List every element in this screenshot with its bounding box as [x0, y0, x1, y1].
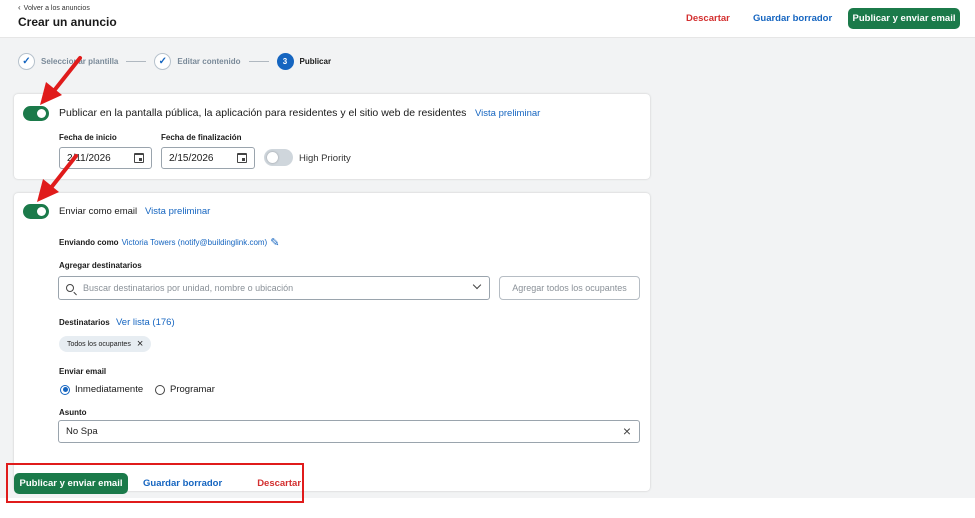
- add-all-occupants-button[interactable]: Agregar todos los ocupantes: [499, 276, 640, 300]
- radio-schedule-label: Programar: [170, 384, 215, 395]
- start-date-value: 2/11/2026: [67, 152, 111, 164]
- back-link[interactable]: ‹ Volver a los anuncios: [18, 4, 90, 12]
- sender-row: Enviando como Victoria Towers (notify@bu…: [59, 236, 279, 249]
- send-email-toggle[interactable]: [23, 204, 49, 219]
- step-select-template[interactable]: Seleccionar plantilla: [41, 57, 118, 66]
- end-date-input[interactable]: 2/15/2026: [161, 147, 255, 169]
- stepper: ✓ Seleccionar plantilla ✓ Editar conteni…: [18, 52, 331, 70]
- public-preview-link[interactable]: Vista preliminar: [475, 108, 540, 119]
- back-link-label: Volver a los anuncios: [23, 4, 90, 12]
- step-divider: [248, 60, 269, 62]
- end-date-label: Fecha de finalización: [161, 133, 242, 142]
- high-priority-toggle[interactable]: [264, 149, 293, 166]
- step-divider: [126, 60, 147, 62]
- high-priority-label: High Priority: [299, 153, 351, 164]
- recipient-search-placeholder: Buscar destinatarios por unidad, nombre …: [83, 283, 294, 293]
- radio-schedule[interactable]: Programar: [155, 384, 215, 395]
- close-icon[interactable]: ×: [137, 339, 143, 350]
- view-list-link[interactable]: Ver lista (176): [116, 317, 175, 328]
- chevron-left-icon: ‹: [18, 3, 21, 12]
- radio-immediately-circle[interactable]: [60, 384, 70, 395]
- save-draft-button[interactable]: Guardar borrador: [753, 8, 832, 29]
- end-date-value: 2/15/2026: [169, 152, 214, 164]
- send-email-label: Enviar como email: [59, 206, 138, 217]
- page: ‹ Volver a los anuncios Crear un anuncio…: [0, 0, 975, 518]
- publish-send-button[interactable]: Publicar y enviar email: [848, 8, 960, 29]
- subject-label: Asunto: [59, 408, 87, 417]
- email-preview-link[interactable]: Vista preliminar: [145, 206, 210, 217]
- recipient-search-input[interactable]: Buscar destinatarios por unidad, nombre …: [58, 276, 490, 300]
- pencil-icon[interactable]: ✎: [270, 236, 279, 249]
- top-header: ‹ Volver a los anuncios Crear un anuncio…: [0, 0, 975, 38]
- check-icon: ✓: [18, 52, 35, 70]
- discard-button[interactable]: Descartar: [686, 8, 730, 29]
- calendar-icon[interactable]: [134, 153, 144, 163]
- radio-immediately[interactable]: Inmediatamente: [60, 384, 143, 395]
- main-content: ✓ Seleccionar plantilla ✓ Editar conteni…: [0, 38, 975, 498]
- radio-schedule-circle[interactable]: [155, 384, 165, 395]
- close-icon[interactable]: ×: [623, 424, 631, 438]
- recipient-chip-label: Todos los ocupantes: [67, 340, 131, 348]
- page-title: Crear un anuncio: [18, 15, 117, 29]
- public-display-label: Publicar en la pantalla pública, la apli…: [59, 107, 467, 119]
- calendar-icon[interactable]: [237, 153, 247, 163]
- step-number-badge: 3: [276, 52, 294, 70]
- step-publish: Publicar: [299, 56, 332, 66]
- add-recipients-label: Agregar destinatarios: [59, 261, 142, 270]
- search-icon: [66, 284, 74, 292]
- subject-value: No Spa: [66, 426, 98, 437]
- sender-value: Victoria Towers (notify@buildinglink.com…: [121, 238, 268, 247]
- check-icon: ✓: [154, 52, 172, 70]
- radio-immediately-label: Inmediatamente: [75, 384, 144, 395]
- send-email-section-label: Enviar email: [59, 367, 107, 376]
- chevron-down-icon[interactable]: [472, 280, 482, 290]
- start-date-label: Fecha de inicio: [59, 133, 117, 142]
- recipient-chip: Todos los ocupantes ×: [59, 336, 152, 352]
- public-display-card: Publicar en la pantalla pública, la apli…: [14, 94, 650, 179]
- recipients-label: Destinatarios: [59, 318, 110, 327]
- start-date-input[interactable]: 2/11/2026: [59, 147, 152, 169]
- public-display-toggle[interactable]: [23, 106, 49, 121]
- step-edit-content[interactable]: Editar contenido: [177, 57, 240, 66]
- email-card: Enviar como email Vista preliminar Envia…: [14, 193, 650, 491]
- subject-input[interactable]: No Spa ×: [58, 420, 640, 443]
- annotation-highlight-box: [6, 463, 304, 503]
- sending-as-label: Enviando como: [59, 238, 119, 247]
